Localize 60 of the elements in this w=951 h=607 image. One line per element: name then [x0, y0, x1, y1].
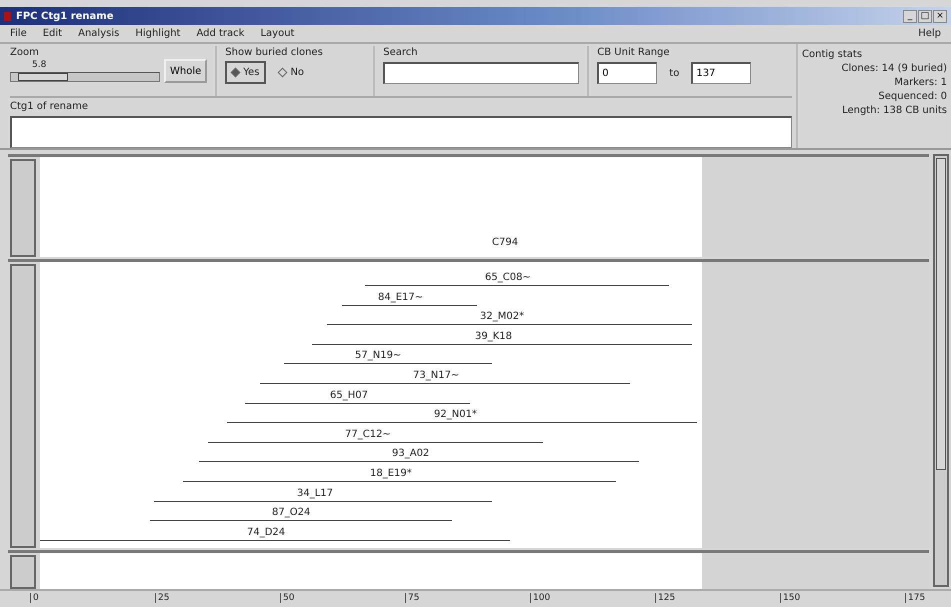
help-menu[interactable]: Help [918, 28, 941, 39]
menu-item[interactable]: Analysis [78, 28, 120, 39]
ruler-tick-label: 50 [280, 593, 294, 603]
ruler-tick-label: 25 [155, 593, 170, 603]
stats-title: Contig stats [802, 49, 862, 60]
clone-label: 84_E17~ [378, 292, 424, 304]
window-title: FPC Ctg1 rename [16, 10, 114, 22]
zoom-reading: 5.8 [31, 60, 48, 70]
menu-item[interactable]: Edit [42, 28, 62, 39]
menu-item[interactable]: Layout [260, 28, 294, 39]
clone-label: 18_E19* [370, 468, 412, 480]
clone-label: 92_N01* [434, 409, 477, 422]
contig-label: Ctg1 of rename [10, 100, 90, 113]
menu-item[interactable]: Highlight [135, 28, 180, 39]
clone-label: 34_L17 [297, 488, 334, 500]
marker-label: C794 [492, 237, 518, 248]
range-from-field[interactable]: 0 [597, 62, 658, 84]
clone-label: 87_O24 [272, 507, 310, 520]
to-label: to [669, 68, 680, 78]
stats-line: Markers: 1 [894, 77, 947, 88]
range-to-field[interactable]: 137 [691, 62, 752, 84]
zoom-label: Zoom [10, 46, 40, 59]
clone-label: 77_C12~ [345, 428, 391, 441]
menu-item[interactable]: Add track [196, 28, 244, 39]
buried-clones-label: Show buried clones [225, 46, 324, 59]
window-control[interactable]: × [933, 10, 947, 22]
range-label: CB Unit Range [597, 46, 671, 59]
window-control[interactable]: □ [918, 10, 932, 22]
ruler-tick-label: 175 [905, 593, 926, 603]
clone-label: 74_D24 [247, 526, 286, 539]
zoom-slider[interactable] [10, 72, 160, 82]
contig-text-field[interactable] [10, 116, 792, 148]
app-icon [4, 12, 11, 20]
radio-option[interactable]: No [272, 61, 312, 84]
radio-option[interactable]: Yes [225, 61, 266, 84]
clone-label: 57_N19~ [355, 350, 402, 362]
clone-label: 39_K18 [475, 330, 512, 343]
ruler-tick-label: 0 [30, 593, 39, 603]
search-field[interactable] [383, 62, 580, 84]
clone-label: 93_A02 [392, 448, 430, 460]
window-control[interactable]: _ [903, 10, 917, 22]
search-label: Search [383, 46, 419, 59]
menu-item[interactable]: File [10, 28, 27, 39]
slider-thumb[interactable] [18, 73, 68, 81]
vertical-scrollbar[interactable] [933, 154, 949, 587]
clone-label: 32_M02* [480, 311, 524, 324]
ruler-tick-label: 125 [655, 593, 676, 603]
ruler-tick-label: 150 [780, 593, 800, 603]
stats-line: Sequenced: 0 [878, 91, 947, 102]
track-handle[interactable] [10, 555, 36, 589]
track-handle[interactable] [10, 264, 36, 548]
clone-label: 65_H07 [330, 390, 368, 402]
stats-line: Clones: 14 (9 buried) [842, 63, 947, 74]
stats-line: Length: 138 CB units [842, 105, 947, 116]
clone-label: 73_N17~ [413, 370, 460, 382]
ruler-tick-label: 75 [405, 593, 420, 603]
track-handle[interactable] [10, 159, 36, 257]
clone-label: 65_C08~ [485, 272, 531, 284]
ruler-tick-label: 100 [530, 593, 550, 603]
whole-button[interactable]: Whole [164, 59, 208, 83]
